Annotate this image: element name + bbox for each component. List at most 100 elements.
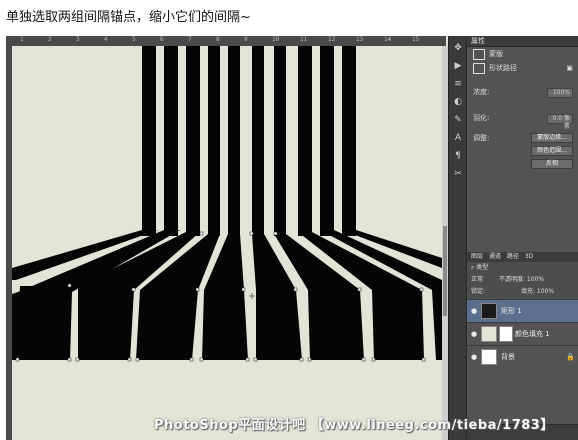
brush-icon[interactable]: ✎ xyxy=(452,114,464,126)
stripe xyxy=(320,46,334,236)
eye-icon[interactable]: ● xyxy=(470,300,478,322)
fill-label: 填充: xyxy=(520,288,535,295)
anchor-point[interactable] xyxy=(195,287,200,292)
mask-edge-button[interactable]: 蒙版边缘... xyxy=(531,133,573,143)
tab-channels[interactable]: 通道 xyxy=(489,253,501,260)
anchor-point[interactable] xyxy=(421,357,426,362)
move-tool-icon[interactable]: ✥ xyxy=(452,42,464,54)
density-label: 浓度: xyxy=(473,88,490,96)
layer-mask-thumbnail xyxy=(499,326,513,342)
right-panels: 属性 蒙版 形状路径 ▣ 浓度: 100% 羽化: 0.0 像素 调整: 蒙版边… xyxy=(466,36,578,440)
adjust-icon[interactable]: ◐ xyxy=(452,96,464,108)
layer-thumbnail xyxy=(481,326,497,342)
tab-paths[interactable]: 路径 xyxy=(507,253,519,260)
stripe xyxy=(16,286,70,360)
anchor-point[interactable] xyxy=(245,357,250,362)
eye-icon[interactable]: ● xyxy=(470,323,478,345)
anchor-point[interactable] xyxy=(199,357,204,362)
stripe xyxy=(342,46,356,236)
lock-icon: 🔒 xyxy=(566,353,575,361)
anchor-point[interactable] xyxy=(15,357,20,362)
anchor-point[interactable] xyxy=(419,287,424,292)
anchor-point[interactable] xyxy=(189,357,194,362)
layer-rectangle[interactable]: ● 矩形 1 xyxy=(467,299,578,322)
eye-icon[interactable]: ● xyxy=(470,346,478,368)
anchor-point[interactable] xyxy=(135,357,140,362)
tab-layers[interactable]: 图层 xyxy=(471,253,483,260)
anchor-point[interactable] xyxy=(75,357,80,362)
layers-tabs: 图层 通道 路径 3D xyxy=(467,252,578,262)
anchor-point[interactable] xyxy=(199,231,204,236)
feather-row: 羽化: 0.0 像素 xyxy=(467,111,578,130)
feather-label: 羽化: xyxy=(473,114,490,122)
ruler-tick: 15 xyxy=(412,36,420,43)
fill-field[interactable]: 100% xyxy=(537,288,554,295)
ruler-tick: 11 xyxy=(300,36,308,43)
scissors-icon[interactable]: ✂ xyxy=(452,168,464,180)
anchor-point[interactable] xyxy=(371,357,376,362)
vector-mask-icon[interactable] xyxy=(473,62,485,74)
layer-name: 矩形 1 xyxy=(501,307,522,315)
anchor-point[interactable] xyxy=(241,287,246,292)
stripe xyxy=(186,46,200,236)
anchor-point[interactable] xyxy=(67,357,72,362)
text-tool-icon[interactable]: A xyxy=(452,132,464,144)
kind-filter-label: 类型 xyxy=(476,264,489,271)
blend-mode-select[interactable]: 正常 xyxy=(471,276,483,283)
horizontal-ruler[interactable]: 1 2 3 4 5 6 7 8 9 10 11 12 13 14 15 xyxy=(6,36,446,46)
document-canvas[interactable] xyxy=(12,46,442,440)
stripe xyxy=(142,46,156,236)
properties-tab[interactable]: 属性 xyxy=(467,36,578,47)
ruler-tick: 14 xyxy=(384,36,392,43)
ruler-tick: 6 xyxy=(160,36,164,43)
paragraph-icon[interactable]: ¶ xyxy=(452,150,464,162)
stripe xyxy=(274,46,286,236)
layer-name: 背景 xyxy=(501,353,515,361)
anchor-point[interactable] xyxy=(253,357,258,362)
ruler-tick: 4 xyxy=(104,36,108,43)
anchor-point[interactable] xyxy=(67,283,72,288)
watermark-text: PhotoShop平面设计吧 【www.lineeg.com/tieba/178… xyxy=(154,418,554,433)
anchor-point[interactable] xyxy=(361,357,366,362)
layer-thumbnail xyxy=(481,349,497,365)
color-range-button[interactable]: 颜色范围... xyxy=(531,146,573,156)
tab-3d[interactable]: 3D xyxy=(525,253,533,260)
anchor-point[interactable] xyxy=(307,357,312,362)
anchor-point[interactable] xyxy=(357,287,362,292)
lock-label: 锁定: xyxy=(471,288,486,295)
density-field[interactable]: 100% xyxy=(547,88,573,98)
stripe xyxy=(252,46,264,236)
stripe xyxy=(228,46,240,236)
anchor-point[interactable] xyxy=(249,231,254,236)
anchor-point[interactable] xyxy=(299,357,304,362)
anchor-point[interactable] xyxy=(131,287,136,292)
stripes-artwork[interactable] xyxy=(12,46,442,440)
add-mask-icon[interactable]: ▣ xyxy=(566,61,573,75)
stripe xyxy=(208,46,220,236)
refine-row: 调整: 蒙版边缘... 颜色范围... 反相 xyxy=(467,131,578,175)
ruler-tick: 3 xyxy=(76,36,80,43)
density-row: 浓度: 100% xyxy=(467,85,578,99)
stripe xyxy=(164,46,178,236)
anchor-point[interactable] xyxy=(293,287,298,292)
ruler-tick: 10 xyxy=(272,36,280,43)
ruler-tick: 2 xyxy=(48,36,52,43)
layer-color-fill[interactable]: ● 颜色填充 1 xyxy=(467,322,578,345)
scrollbar-thumb[interactable] xyxy=(443,226,447,316)
stripe xyxy=(298,46,312,236)
feather-field[interactable]: 0.0 像素 xyxy=(547,114,573,130)
shape-label: 形状路径 xyxy=(489,64,517,72)
ruler-tick: 13 xyxy=(356,36,364,43)
anchor-point[interactable] xyxy=(127,357,132,362)
ruler-tick: 8 xyxy=(216,36,220,43)
photoshop-window: 1 2 3 4 5 6 7 8 9 10 11 12 13 14 15 ✥ ▶ … xyxy=(6,36,578,440)
invert-button[interactable]: 反相 xyxy=(531,159,573,169)
shape-row: 形状路径 ▣ xyxy=(467,61,578,75)
layer-background[interactable]: ● 背景 🔒 xyxy=(467,345,578,368)
channels-icon[interactable]: ≡ xyxy=(452,78,464,90)
anchor-point[interactable] xyxy=(273,231,278,236)
play-icon[interactable]: ▶ xyxy=(452,60,464,72)
opacity-field[interactable]: 100% xyxy=(527,276,544,283)
lock-row: 锁定: 填充: 100% xyxy=(467,286,578,298)
kind-filter[interactable]: ⌕ 类型 xyxy=(467,262,578,274)
